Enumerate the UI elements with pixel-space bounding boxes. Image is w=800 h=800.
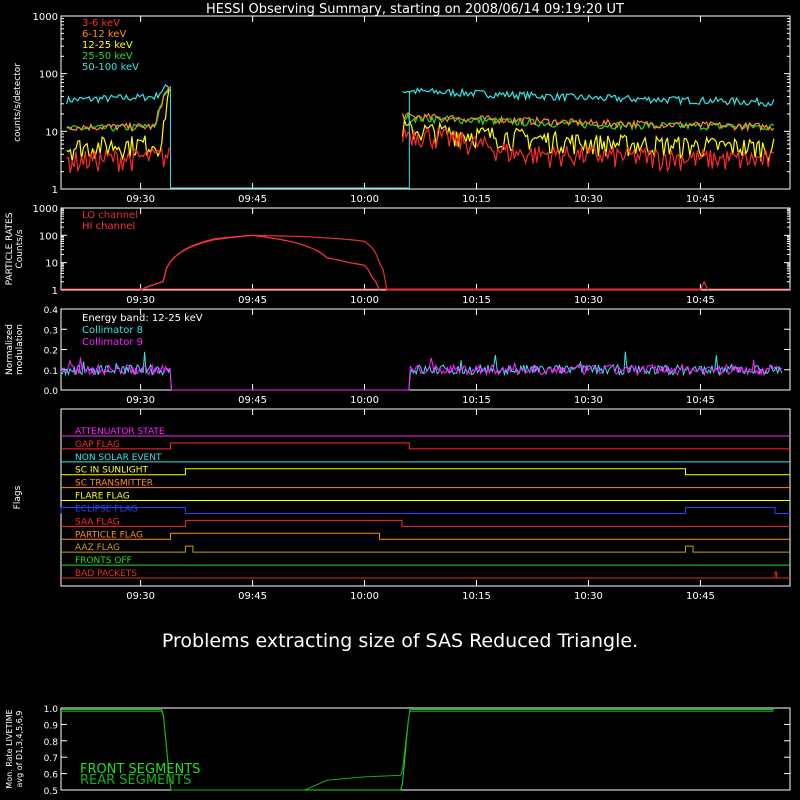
y-tick-label: 100: [39, 231, 58, 242]
flag-line-aaz-flag: [61, 545, 790, 553]
legend-entry: 6-12 keV: [82, 29, 126, 40]
y-tick-label: 0.7: [44, 754, 58, 764]
energy-band-annotation: Energy band: 12-25 keV: [82, 313, 203, 324]
modulation-ylabel-line1: Normalized: [5, 324, 15, 375]
flag-line-sc-in-sunlight: [61, 468, 790, 476]
x-tick-label: 10:15: [462, 395, 491, 406]
series-line-HI-channel: [140, 234, 381, 291]
flag-label: PARTICLE FLAG: [75, 530, 143, 540]
y-tick-label: 0.5: [44, 787, 58, 797]
legend-entry: 3-6 keV: [82, 18, 120, 29]
y-tick-label: 1000: [33, 204, 58, 215]
x-tick-label: 10:15: [462, 295, 491, 306]
flag-label: ATTENUATOR STATE: [75, 427, 165, 437]
series-line-6-12-keV: [66, 86, 775, 133]
x-tick-label: 10:00: [350, 295, 379, 306]
count-rates-ylabel: counts/s/detector: [13, 63, 23, 142]
flags-ylabel: Flags: [13, 485, 23, 509]
legend-entry: 50-100 keV: [82, 62, 139, 73]
x-tick-label: 10:30: [574, 591, 603, 602]
y-tick-label: 0.9: [44, 721, 59, 731]
x-tick-label: 09:30: [126, 395, 155, 406]
x-tick-label: 10:00: [350, 395, 379, 406]
x-tick-label: 10:30: [574, 194, 603, 205]
legend-entry: Collimator 8: [82, 325, 143, 336]
y-tick-label: 0.8: [44, 738, 59, 748]
legend-entry: REAR SEGMENTS: [80, 773, 191, 788]
y-tick-label: 0.4: [44, 306, 59, 316]
particle-ylabel-line1: PARTICLE RATES: [5, 212, 15, 285]
y-tick-label: 0.1: [44, 367, 58, 377]
y-tick-label: 0.2: [44, 347, 58, 357]
legend-entry: LO channel: [82, 210, 138, 221]
y-tick-label: 0.0: [44, 387, 59, 397]
legend-entry: HI channel: [82, 221, 135, 232]
x-tick-label: 09:45: [238, 295, 267, 306]
x-tick-label: 10:15: [462, 194, 491, 205]
flag-line-eclipse-flag: [60, 506, 790, 514]
flag-label: AAZ FLAG: [75, 543, 120, 553]
flag-label: FLARE FLAG: [75, 492, 130, 502]
y-tick-label: 10: [45, 259, 58, 270]
y-tick-label: 10: [45, 127, 58, 138]
plots-container: 1 10 100 1000 09:30 09:45 10:00 10:15 10:30 10:45…: [5, 12, 791, 797]
flag-label: BAD PACKETS: [75, 569, 137, 579]
y-tick-label: 1000: [33, 12, 58, 23]
x-tick-label: 10:15: [462, 591, 491, 602]
y-tick-label: 1: [52, 286, 58, 297]
summary-figure: HESSI Observing Summary, starting on 200…: [5, 2, 791, 797]
y-tick-label: 1: [52, 185, 58, 196]
flag-label: SAA FLAG: [75, 517, 120, 527]
x-tick-label: 10:00: [350, 591, 379, 602]
y-tick-label: 100: [39, 70, 58, 81]
x-tick-label: 09:30: [126, 591, 155, 602]
figure-title: HESSI Observing Summary, starting on 200…: [206, 2, 624, 17]
flag-label: ECLIPSE FLAG: [75, 504, 138, 514]
x-tick-label: 09:30: [126, 295, 155, 306]
x-tick-label: 10:30: [574, 395, 603, 406]
x-tick-label: 09:45: [238, 194, 267, 205]
x-tick-label: 09:30: [126, 194, 155, 205]
flag-label: GAP FLAG: [75, 440, 120, 450]
flag-label: SC TRANSMITTER: [75, 479, 153, 489]
y-tick-label: 1.0: [44, 705, 59, 715]
flag-line-saa-flag: [61, 519, 790, 527]
particle-rates-frame: [60, 207, 791, 291]
x-tick-label: 10:45: [686, 194, 715, 205]
y-tick-label: 0.6: [44, 771, 59, 781]
y-tick-label: 0.3: [44, 326, 58, 336]
flag-label: FRONTS OFF: [75, 556, 132, 566]
status-message: Problems extracting size of SAS Reduced …: [161, 630, 639, 652]
flag-line-gap-flag: [61, 442, 790, 450]
x-tick-label: 09:45: [238, 395, 267, 406]
x-tick-label: 10:45: [686, 395, 715, 406]
flag-label: SC IN SUNLIGHT: [75, 466, 149, 476]
flag-label: NON SOLAR EVENT: [75, 453, 162, 463]
series-line-3-6-keV: [66, 127, 775, 173]
legend-entry: 25-50 keV: [82, 51, 133, 62]
x-tick-label: 10:00: [350, 194, 379, 205]
legend-entry: Collimator 9: [82, 337, 143, 348]
livetime-ylabel-line1: Mon. Rate LIVETIME: [5, 709, 14, 788]
series-line-LO-channel: [140, 234, 709, 291]
x-tick-label: 10:45: [686, 295, 715, 306]
x-tick-label: 10:30: [574, 295, 603, 306]
x-tick-label: 10:45: [686, 591, 715, 602]
flag-line-bad-packets: [61, 571, 790, 579]
legend-entry: 12-25 keV: [82, 40, 133, 51]
x-tick-label: 09:45: [238, 591, 267, 602]
flag-line-particle-flag: [61, 532, 790, 540]
modulation-ylabel-line2: modulation: [15, 324, 25, 375]
particle-ylabel-line2: Counts/s: [15, 229, 25, 268]
series-line-50-100-keV: [66, 84, 775, 107]
livetime-ylabel-line2: avg of D1,3,4,5,6,9: [15, 711, 24, 788]
